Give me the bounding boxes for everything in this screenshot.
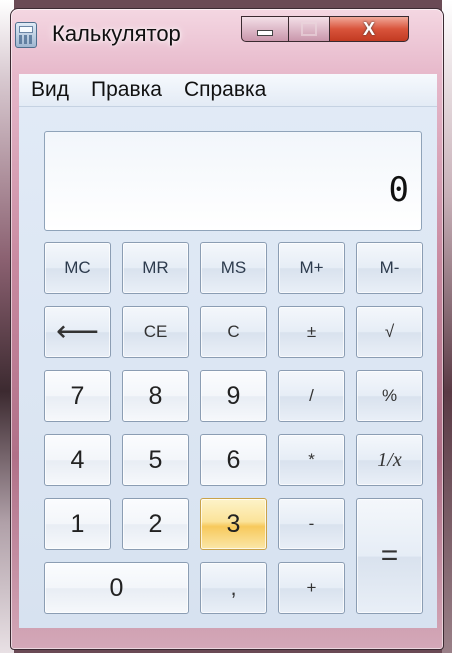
digit-7-button[interactable]: 7 bbox=[44, 370, 111, 422]
memory-store-button[interactable]: MS bbox=[200, 242, 267, 294]
digit-3-button[interactable]: 3 bbox=[200, 498, 267, 550]
close-icon: X bbox=[362, 18, 375, 39]
reciprocal-button[interactable]: 1/x bbox=[356, 434, 423, 486]
equals-button[interactable]: = bbox=[356, 498, 423, 614]
calculator-display: 0 bbox=[44, 131, 422, 231]
clear-entry-button[interactable]: CE bbox=[122, 306, 189, 358]
square-root-button[interactable]: √ bbox=[356, 306, 423, 358]
digit-9-button[interactable]: 9 bbox=[200, 370, 267, 422]
decimal-separator-button[interactable]: , bbox=[200, 562, 267, 614]
maximize-button bbox=[288, 16, 330, 42]
memory-add-button[interactable]: M+ bbox=[278, 242, 345, 294]
divide-button[interactable]: / bbox=[278, 370, 345, 422]
digit-2-button[interactable]: 2 bbox=[122, 498, 189, 550]
plus-minus-button[interactable]: ± bbox=[278, 306, 345, 358]
minimize-icon bbox=[257, 30, 273, 36]
calculator-icon[interactable] bbox=[15, 22, 37, 48]
digit-5-button[interactable]: 5 bbox=[122, 434, 189, 486]
menu-bar: Вид Правка Справка bbox=[19, 74, 437, 107]
digit-1-button[interactable]: 1 bbox=[44, 498, 111, 550]
percent-button[interactable]: % bbox=[356, 370, 423, 422]
add-button[interactable]: + bbox=[278, 562, 345, 614]
multiply-button[interactable]: * bbox=[278, 434, 345, 486]
digit-0-button[interactable]: 0 bbox=[44, 562, 189, 614]
menu-view[interactable]: Вид bbox=[31, 78, 69, 102]
window-title: Калькулятор bbox=[52, 21, 181, 46]
digit-8-button[interactable]: 8 bbox=[122, 370, 189, 422]
menu-help[interactable]: Справка bbox=[184, 78, 266, 102]
menu-edit[interactable]: Правка bbox=[91, 78, 162, 102]
minimize-button[interactable] bbox=[241, 16, 289, 42]
memory-recall-button[interactable]: MR bbox=[122, 242, 189, 294]
backspace-arrow-icon: ⟵ bbox=[55, 315, 99, 348]
digit-6-button[interactable]: 6 bbox=[200, 434, 267, 486]
display-value: 0 bbox=[388, 170, 409, 210]
clear-button[interactable]: C bbox=[200, 306, 267, 358]
memory-clear-button[interactable]: MC bbox=[44, 242, 111, 294]
backspace-button[interactable]: ⟵ bbox=[44, 306, 111, 358]
close-button[interactable]: X bbox=[329, 16, 409, 42]
maximize-icon bbox=[301, 22, 317, 36]
subtract-button[interactable]: - bbox=[278, 498, 345, 550]
memory-subtract-button[interactable]: M- bbox=[356, 242, 423, 294]
digit-4-button[interactable]: 4 bbox=[44, 434, 111, 486]
